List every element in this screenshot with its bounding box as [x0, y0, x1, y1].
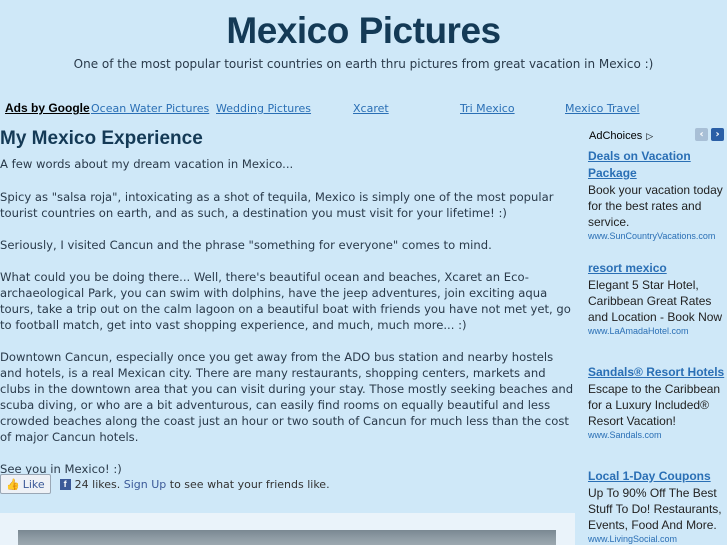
sidebar-ad-body: Book your vacation today for the best ra…	[588, 183, 723, 229]
article-paragraph: Seriously, I visited Cancun and the phra…	[0, 238, 492, 252]
adchoices-icon: ▷	[646, 131, 654, 141]
thumbs-up-icon: 👍	[6, 477, 20, 491]
article-paragraph: Spicy as "salsa roja", intoxicating as a…	[0, 190, 554, 220]
ad-link-wedding-pictures[interactable]: Wedding Pictures	[216, 102, 311, 115]
sidebar-ad-url[interactable]: www.Sandals.com	[588, 429, 726, 441]
ad-link-tri-mexico[interactable]: Tri Mexico	[460, 102, 515, 115]
sign-up-suffix: to see what your friends like.	[169, 477, 330, 491]
like-button[interactable]: 👍 Like	[0, 474, 51, 494]
mexico-photo[interactable]	[18, 530, 556, 545]
ad-link-ocean-water-pictures[interactable]: Ocean Water Pictures	[91, 102, 209, 115]
sidebar-ad-body: Escape to the Caribbean for a Luxury Inc…	[588, 382, 721, 428]
facebook-icon: f	[59, 478, 71, 490]
adchoices-link[interactable]: AdChoices ▷	[589, 130, 653, 142]
photo-frame	[0, 513, 575, 545]
sidebar-ad-title[interactable]: Sandals® Resort Hotels	[588, 364, 726, 381]
ad-link-xcaret[interactable]: Xcaret	[353, 102, 389, 115]
likes-count: 24 likes.	[74, 477, 121, 491]
article-intro: A few words about my dream vacation in M…	[0, 157, 294, 171]
sidebar-ad-body: Elegant 5 Star Hotel, Caribbean Great Ra…	[588, 278, 723, 324]
sidebar-ad-url[interactable]: www.LaAmadaHotel.com	[588, 325, 726, 337]
adchoices-label: AdChoices	[589, 130, 643, 142]
article-paragraph: Downtown Cancun, especially once you get…	[0, 350, 574, 444]
sidebar-ad: resort mexico Elegant 5 Star Hotel, Cari…	[588, 260, 726, 337]
site-tagline: One of the most popular tourist countrie…	[73, 57, 654, 71]
sidebar-ad-title[interactable]: Local 1-Day Coupons	[588, 468, 726, 485]
ad-prev-button[interactable]: ‹	[695, 128, 708, 141]
sidebar-ad: Local 1-Day Coupons Up To 90% Off The Be…	[588, 468, 726, 545]
sign-up-link[interactable]: Sign Up	[124, 478, 167, 491]
ads-by-google-link[interactable]: Ads by Google	[5, 101, 90, 115]
main-content: My Mexico Experience A few words about m…	[0, 126, 575, 493]
like-button-label: Like	[22, 477, 45, 491]
facebook-like-widget: 👍 Like f 24 likes. Sign Up to see what y…	[0, 474, 330, 494]
sidebar-ad: Sandals® Resort Hotels Escape to the Car…	[588, 364, 726, 441]
article-paragraph: What could you be doing there... Well, t…	[0, 270, 571, 332]
article-heading: My Mexico Experience	[0, 128, 203, 149]
sidebar-ad-url[interactable]: www.LivingSocial.com	[588, 533, 726, 545]
sidebar-ad-title[interactable]: resort mexico	[588, 260, 726, 277]
sidebar-ad-title[interactable]: Deals on Vacation Package	[588, 148, 726, 182]
sidebar-ad-url[interactable]: www.SunCountryVacations.com	[588, 230, 726, 242]
ad-link-mexico-travel[interactable]: Mexico Travel	[565, 102, 640, 115]
sidebar-ad-body: Up To 90% Off The Best Stuff To Do! Rest…	[588, 486, 722, 532]
ad-next-button[interactable]: ›	[711, 128, 724, 141]
sidebar-ad: Deals on Vacation Package Book your vaca…	[588, 148, 726, 242]
site-title[interactable]: Mexico Pictures	[0, 10, 727, 52]
ad-links-bar: Ads by Google Ocean Water Pictures Weddi…	[0, 101, 727, 117]
